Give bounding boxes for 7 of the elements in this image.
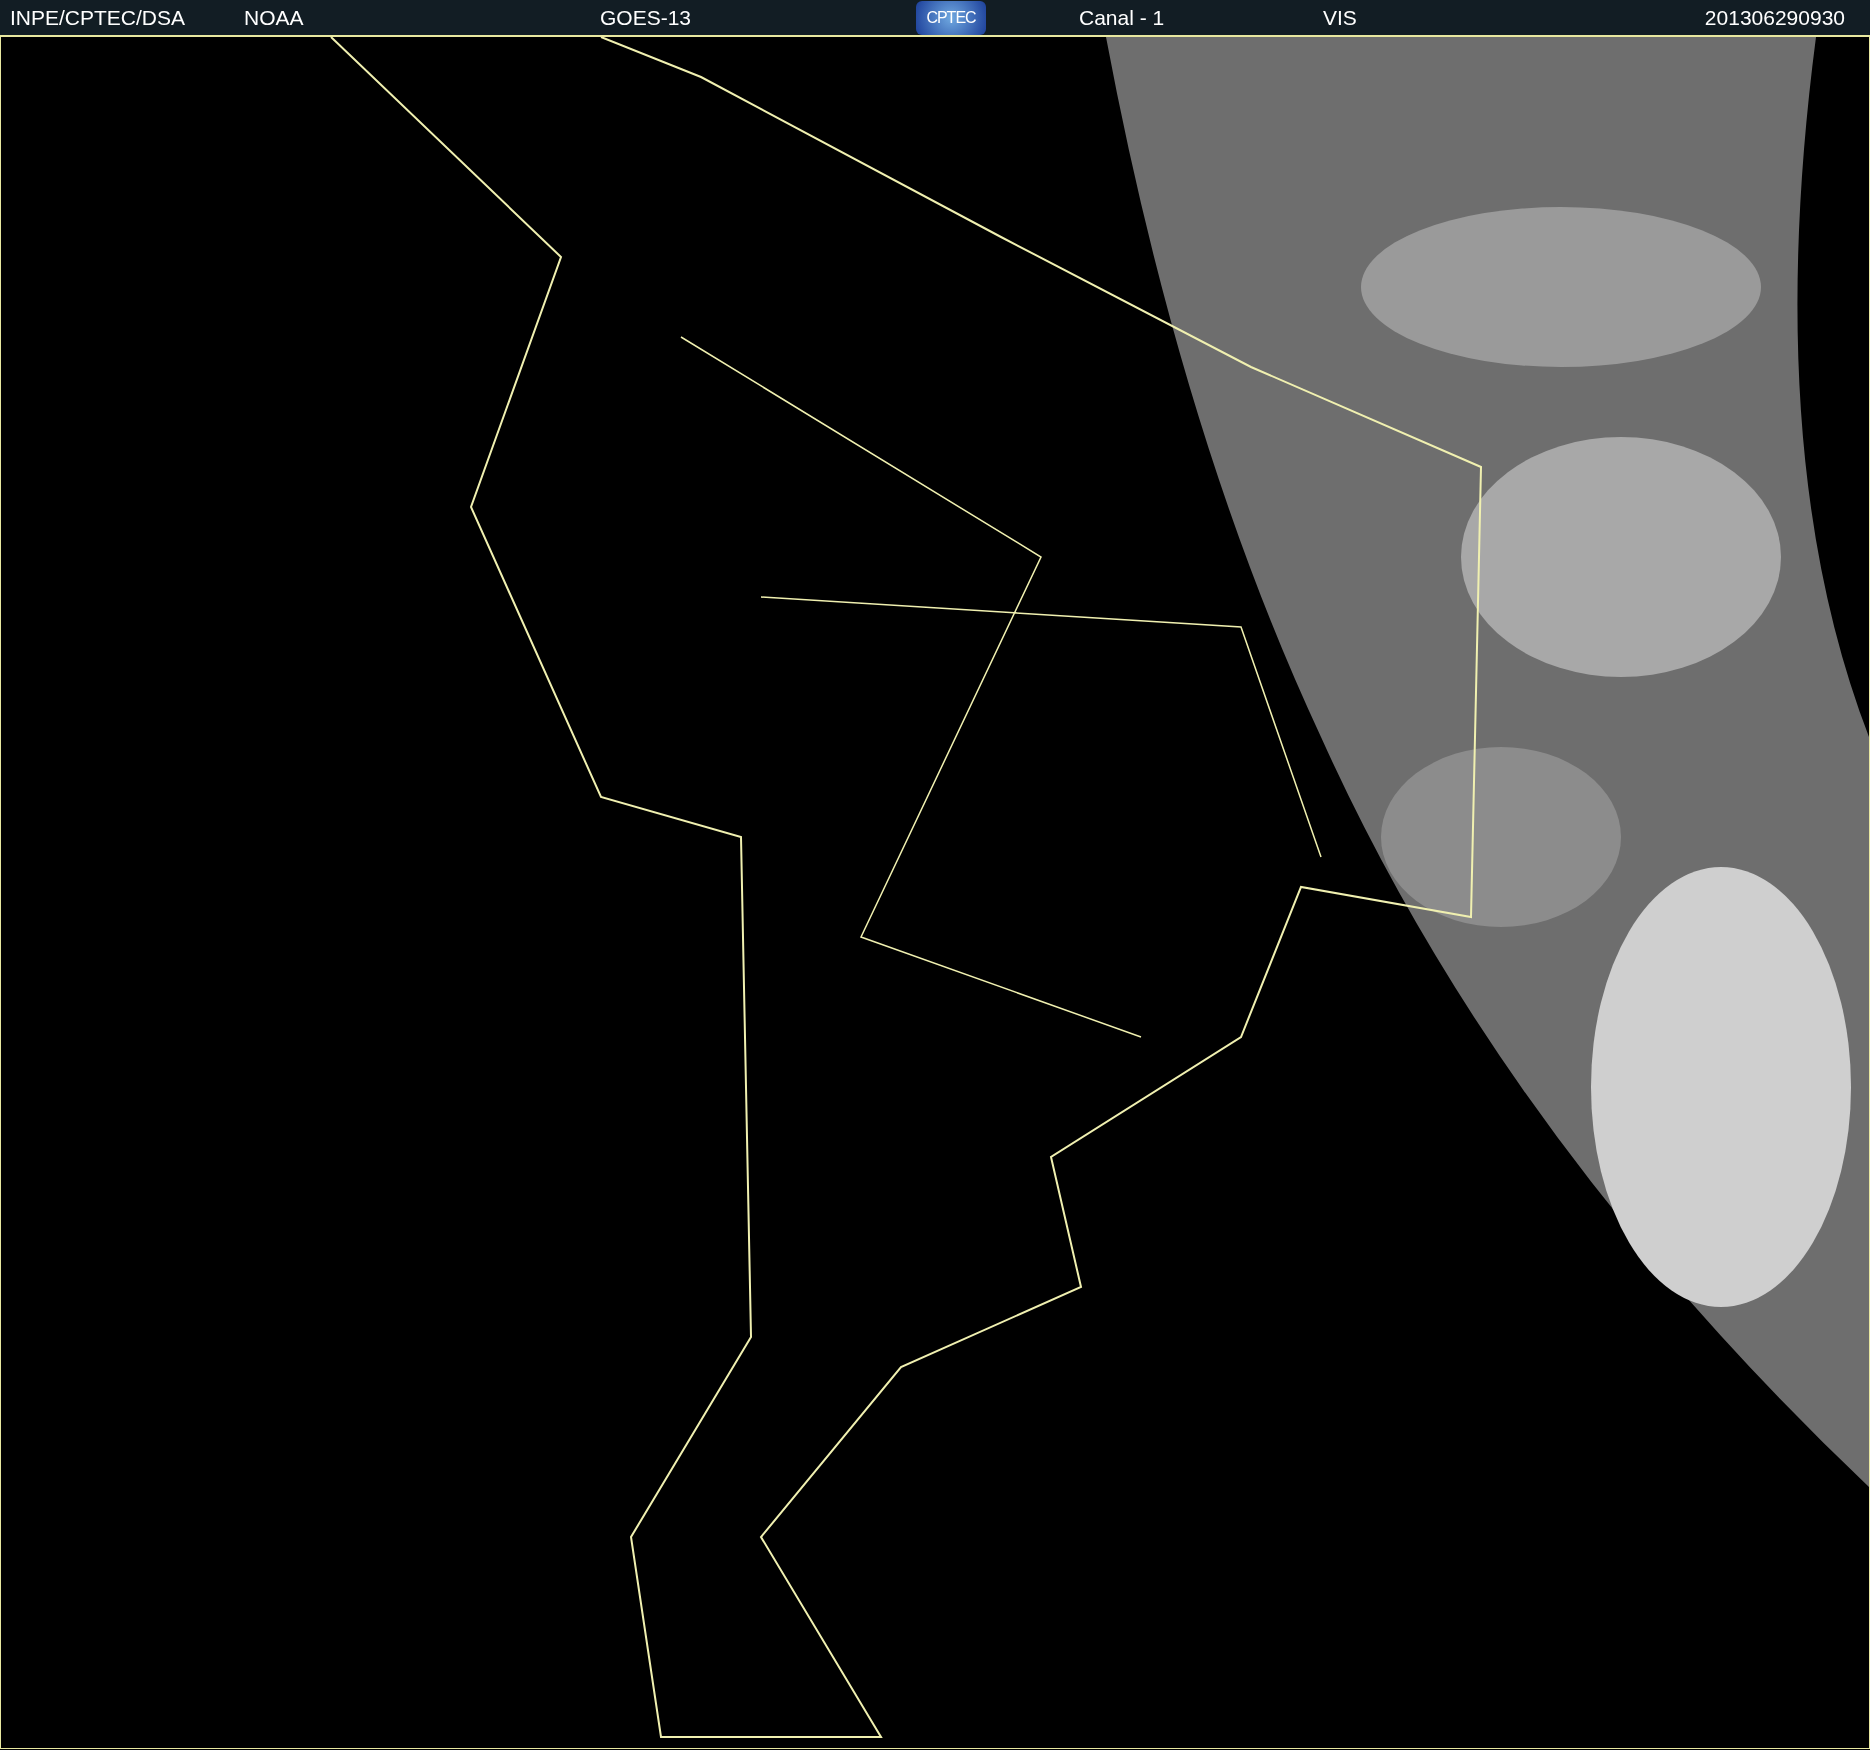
channel-label: Canal - 1 bbox=[1079, 4, 1166, 31]
timestamp-label: 201306290930 bbox=[1704, 4, 1846, 31]
agency-label: NOAA bbox=[244, 4, 305, 31]
satellite-label: GOES-13 bbox=[600, 4, 693, 31]
logo: CPTEC bbox=[916, 1, 986, 35]
band-label: VIS bbox=[1323, 4, 1358, 31]
source-label: INPE/CPTEC/DSA bbox=[10, 4, 187, 31]
